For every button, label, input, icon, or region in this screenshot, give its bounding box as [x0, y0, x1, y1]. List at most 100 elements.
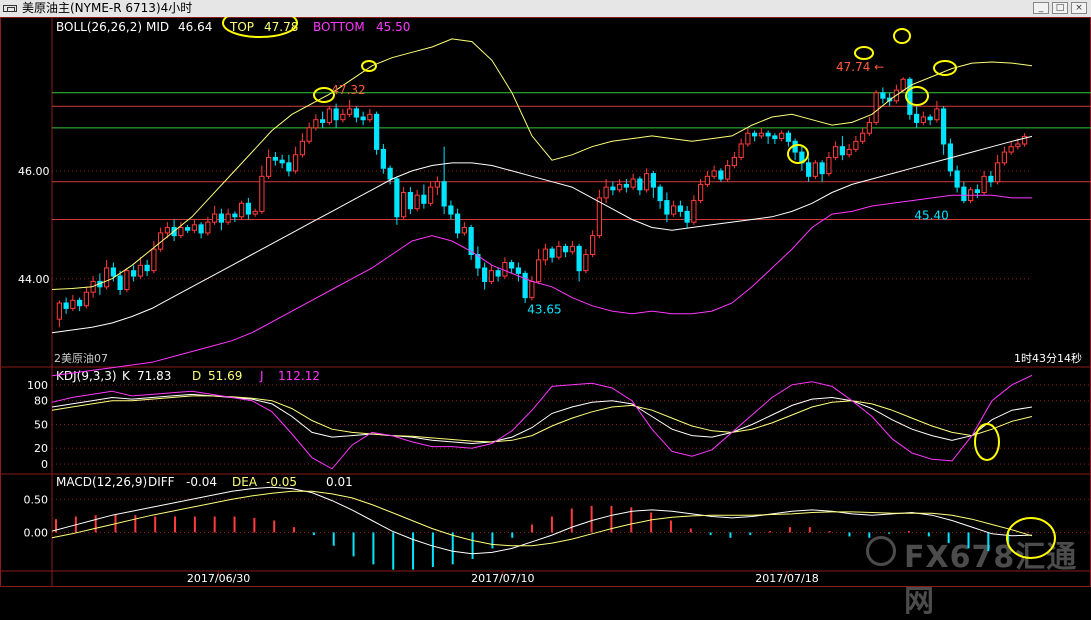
candle-body	[934, 108, 940, 121]
candle-body	[374, 113, 380, 150]
candle-body	[448, 205, 454, 215]
kdj-y-tick-label: 20	[34, 442, 48, 455]
gridlines	[52, 92, 1091, 533]
candle-body	[428, 186, 434, 204]
candle-body	[657, 186, 663, 202]
candle-body	[421, 194, 427, 204]
candle-body	[785, 132, 791, 142]
candle-body	[401, 192, 407, 218]
candle-body	[306, 127, 312, 142]
candle-body	[745, 132, 751, 145]
price-y-tick-label: 46.00	[18, 165, 50, 178]
candle-body	[576, 245, 582, 272]
candle-body	[704, 175, 710, 185]
candle-body	[110, 267, 116, 277]
macd-diff-line	[51, 486, 1033, 555]
candle-body	[232, 213, 238, 218]
candle-body	[650, 173, 656, 188]
candle-body	[131, 270, 137, 277]
candle-body	[731, 156, 737, 167]
candle-body	[637, 178, 643, 191]
candle-body	[549, 248, 555, 258]
kdj-line-k	[51, 393, 1033, 445]
price-annotation: 43.65	[527, 303, 561, 317]
candle-body	[556, 245, 562, 258]
candle-body	[191, 224, 197, 231]
candle-body	[988, 175, 994, 183]
price-pane: 47.32 43.65 47.74 ← 45.40	[51, 38, 1033, 377]
kdj-y-tick-label: 100	[27, 379, 48, 392]
boll-bottom-line	[51, 194, 1032, 377]
candle-body	[117, 275, 123, 291]
candle-body	[839, 146, 845, 156]
candle-body	[56, 302, 62, 320]
highlight-kdj-cross	[974, 423, 1000, 461]
candle-body	[974, 189, 980, 193]
candle-body	[144, 264, 150, 272]
highlight-candle	[361, 60, 377, 72]
candle-body	[515, 267, 521, 274]
candle-body	[617, 183, 623, 191]
candle-body	[873, 92, 879, 123]
candle-body	[900, 78, 906, 91]
maximize-button[interactable]: □	[1052, 2, 1068, 14]
candle-body	[414, 194, 420, 210]
candle-body	[502, 262, 508, 277]
candle-body	[394, 178, 400, 218]
candle-body	[522, 272, 528, 299]
candle-body	[380, 148, 386, 169]
window-title-bar: 美原油主(NYME-R 6713)4小时 _ □ ×	[0, 0, 1091, 17]
price-annotation: 47.32	[331, 83, 365, 97]
candle-body	[77, 299, 83, 307]
candle-body	[866, 121, 872, 134]
window-menu-icon[interactable]	[3, 5, 17, 12]
candle-body	[245, 202, 251, 215]
close-button[interactable]: ×	[1071, 2, 1087, 14]
candle-body	[758, 132, 764, 137]
candle-body	[225, 213, 231, 223]
candle-body	[954, 170, 960, 188]
price-y-tick-label: 44.00	[18, 273, 50, 286]
candle-body	[644, 173, 650, 191]
kdj-y-tick-label: 50	[34, 418, 48, 431]
candle-body	[509, 262, 515, 269]
candle-body	[293, 154, 299, 172]
minimize-button[interactable]: _	[1033, 2, 1049, 14]
candle-body	[920, 116, 926, 123]
candle-body	[326, 108, 332, 123]
candle-body	[70, 299, 76, 309]
candle-body	[205, 221, 211, 234]
candle-body	[536, 259, 542, 282]
kdj-pane	[51, 374, 1033, 470]
macd-y-tick-label: 0.50	[24, 493, 49, 506]
candle-body	[1015, 143, 1021, 148]
candle-body	[691, 200, 697, 223]
window-controls: _ □ ×	[1033, 2, 1087, 14]
candle-body	[995, 162, 1001, 183]
candle-body	[833, 146, 839, 158]
highlight-macd-cross	[1006, 517, 1056, 559]
candle-body	[752, 132, 758, 137]
candle-body	[124, 270, 130, 291]
candle-body	[779, 132, 785, 140]
candle-body	[1008, 146, 1014, 153]
candle-body	[198, 224, 204, 234]
candle-body	[333, 108, 339, 121]
candle-body	[765, 132, 771, 137]
candle-body	[239, 202, 245, 218]
candle-body	[941, 108, 947, 145]
candle-body	[259, 175, 265, 212]
price-annotation: 47.74 ←	[836, 60, 884, 74]
highlight-candle	[893, 28, 911, 44]
candle-body	[387, 167, 393, 180]
candle-body	[583, 253, 589, 272]
candle-body	[529, 280, 535, 299]
candle-body	[590, 235, 596, 255]
macd-y-tick-label: 0.00	[24, 526, 49, 539]
candle-body	[718, 170, 724, 180]
candle-body	[279, 159, 285, 164]
candle-body	[178, 227, 184, 237]
candle-body	[461, 227, 467, 234]
candle-body	[914, 113, 920, 123]
candle-body	[603, 186, 609, 199]
